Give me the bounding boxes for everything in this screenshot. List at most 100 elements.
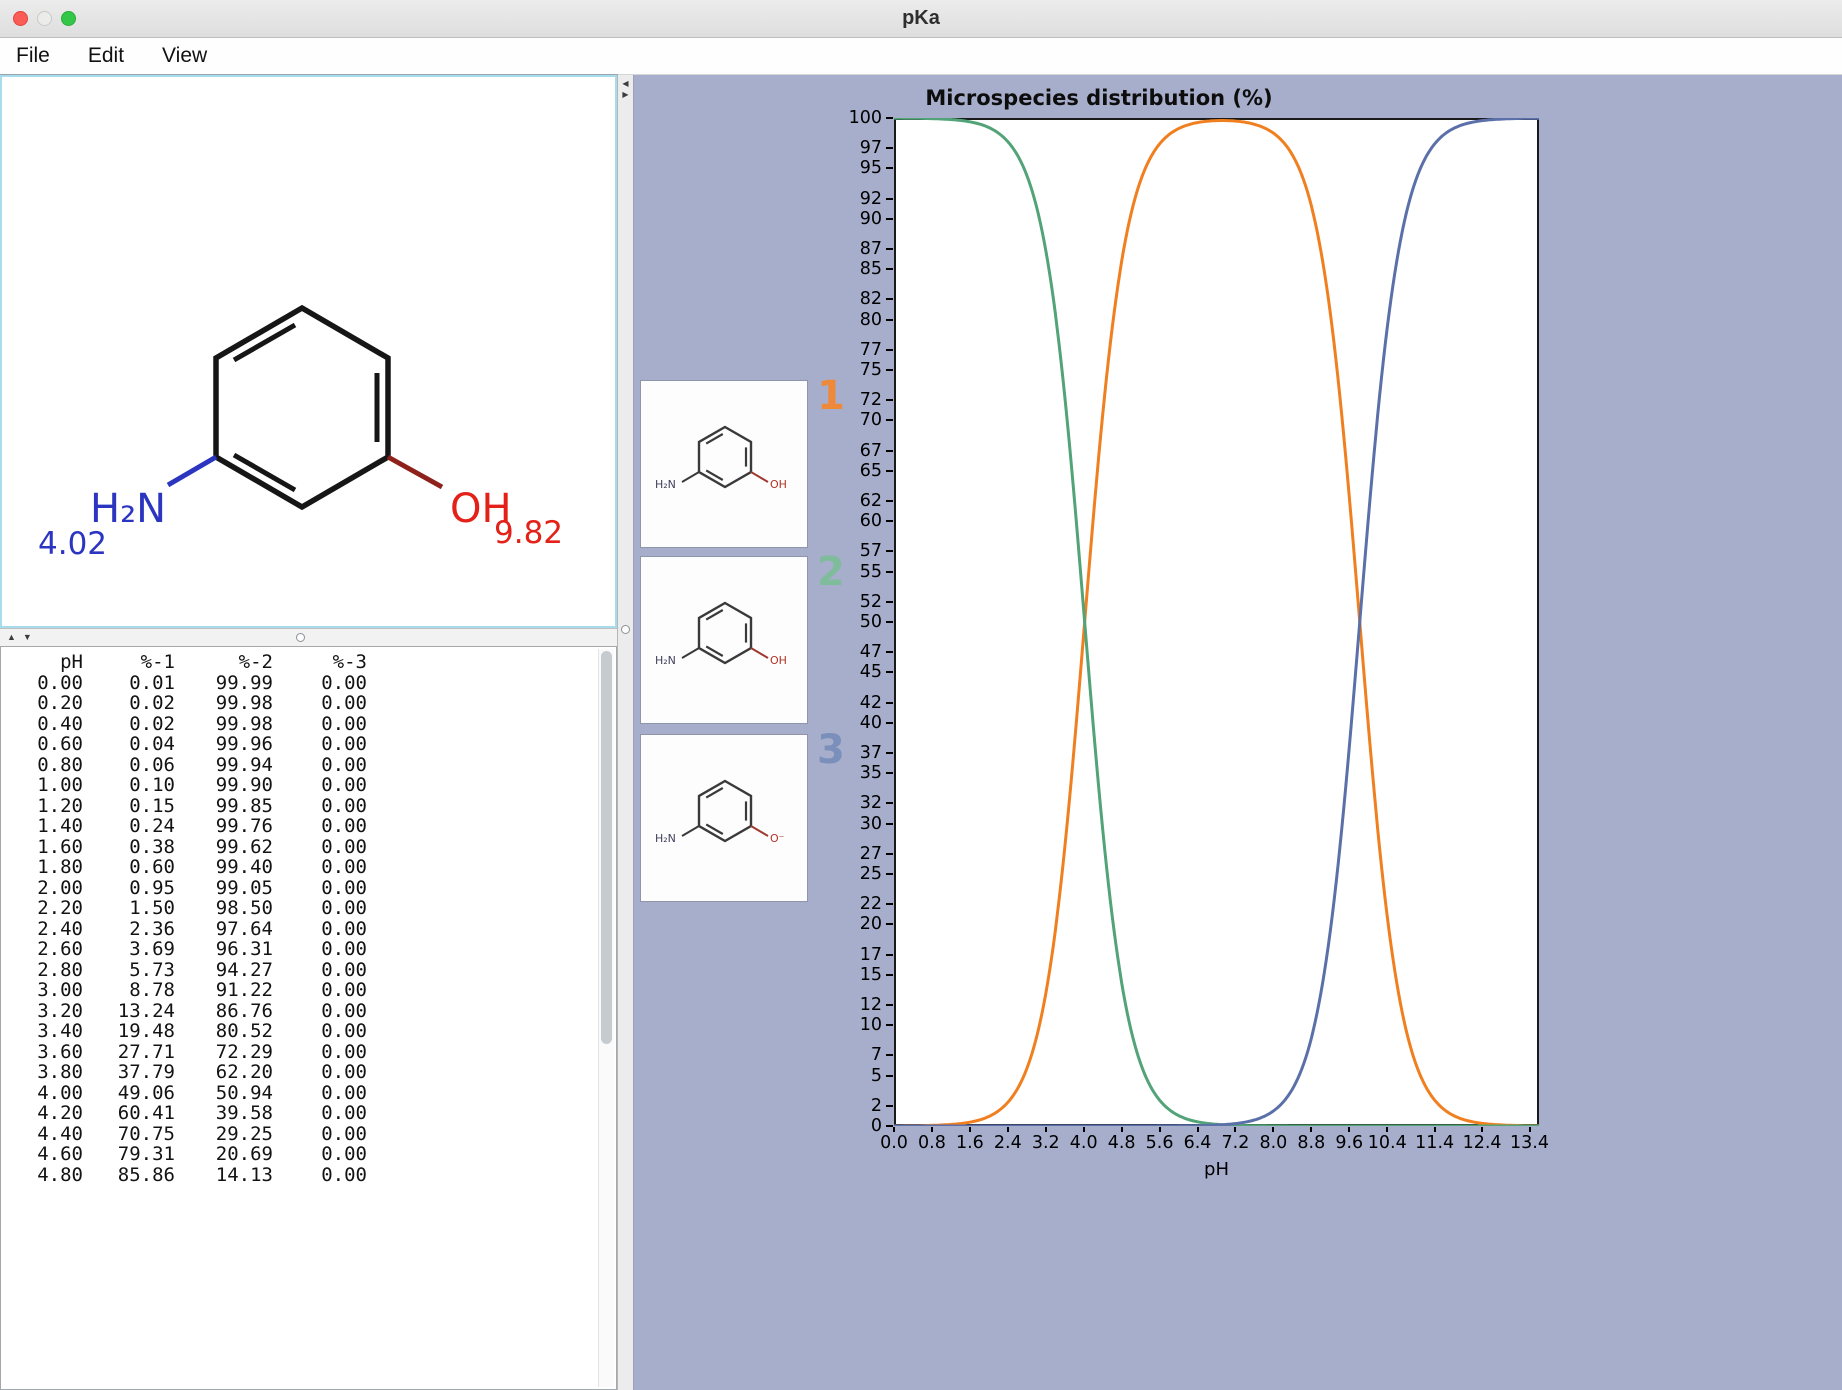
table-cell: 0.00 xyxy=(5,673,83,694)
x-tick-label: 12.4 xyxy=(1459,1133,1505,1153)
y-tick-label: 77 xyxy=(812,340,882,360)
y-tick xyxy=(886,470,893,472)
table-row: 3.4019.4880.520.00 xyxy=(1,1021,616,1042)
y-tick xyxy=(886,147,893,149)
menu-file[interactable]: File xyxy=(16,44,50,68)
table-header-cell: %-3 xyxy=(273,652,367,673)
y-tick-label: 40 xyxy=(812,713,882,733)
y-tick-label: 52 xyxy=(812,592,882,612)
microspecies-structure-2: H₂N OH xyxy=(641,557,807,723)
table-cell: 72.29 xyxy=(175,1042,273,1063)
x-tick xyxy=(1234,1127,1236,1132)
y-tick xyxy=(886,198,893,200)
y-tick-label: 82 xyxy=(812,289,882,309)
table-cell: 13.24 xyxy=(83,1001,175,1022)
x-tick xyxy=(1386,1127,1388,1132)
table-cell: 99.85 xyxy=(175,796,273,817)
table-row: 1.800.6099.400.00 xyxy=(1,857,616,878)
table-cell: 99.62 xyxy=(175,837,273,858)
y-tick-label: 57 xyxy=(812,541,882,561)
window-title: pKa xyxy=(0,7,1842,30)
x-tick-label: 13.4 xyxy=(1507,1133,1553,1153)
table-cell: 0.06 xyxy=(83,755,175,776)
y-tick-label: 62 xyxy=(812,491,882,511)
table-row: 3.2013.2486.760.00 xyxy=(1,1001,616,1022)
table-cell: 0.00 xyxy=(273,919,367,940)
table-cell: 0.00 xyxy=(273,714,367,735)
table-cell: 0.00 xyxy=(273,1165,367,1186)
pka-hydroxyl-value: 9.82 xyxy=(494,515,563,551)
table-row: 4.8085.8614.130.00 xyxy=(1,1165,616,1186)
table-cell: 4.20 xyxy=(5,1103,83,1124)
table-row: 0.800.0699.940.00 xyxy=(1,755,616,776)
vertical-splitter-grip[interactable] xyxy=(621,625,630,634)
table-cell: 2.36 xyxy=(83,919,175,940)
menu-view[interactable]: View xyxy=(162,44,207,68)
table-cell: 0.60 xyxy=(5,734,83,755)
y-tick-label: 55 xyxy=(812,562,882,582)
table-row: 1.000.1099.900.00 xyxy=(1,775,616,796)
table-cell: 37.79 xyxy=(83,1062,175,1083)
x-tick-label: 11.4 xyxy=(1412,1133,1458,1153)
zoom-button[interactable] xyxy=(61,11,76,26)
y-tick xyxy=(886,268,893,270)
table-cell: 99.98 xyxy=(175,714,273,735)
x-tick xyxy=(931,1127,933,1132)
horizontal-splitter[interactable]: ▲▼ xyxy=(0,628,617,647)
y-tick xyxy=(886,218,893,220)
table-cell: 3.80 xyxy=(5,1062,83,1083)
splitter-collapse-arrows[interactable]: ▲▼ xyxy=(7,632,39,642)
y-tick-label: 97 xyxy=(812,138,882,158)
x-tick-label: 10.4 xyxy=(1364,1133,1410,1153)
y-tick xyxy=(886,1105,893,1107)
table-cell: 0.95 xyxy=(83,878,175,899)
table-cell: 0.15 xyxy=(83,796,175,817)
table-cell: 0.00 xyxy=(273,960,367,981)
menu-edit[interactable]: Edit xyxy=(88,44,124,68)
table-cell: 80.52 xyxy=(175,1021,273,1042)
x-tick xyxy=(1434,1127,1436,1132)
table-cell: 2.20 xyxy=(5,898,83,919)
y-tick-label: 95 xyxy=(812,158,882,178)
y-tick-label: 5 xyxy=(812,1066,882,1086)
splitter-collapse-arrows-vertical[interactable]: ◀▶ xyxy=(618,78,633,100)
y-tick-label: 27 xyxy=(812,844,882,864)
table-cell: 0.00 xyxy=(273,755,367,776)
y-tick xyxy=(886,954,893,956)
y-tick xyxy=(886,903,893,905)
microspecies-thumbnail-3[interactable]: H₂N O⁻ xyxy=(640,734,808,902)
table-scrollbar-thumb[interactable] xyxy=(601,651,612,1044)
table-cell: 62.20 xyxy=(175,1062,273,1083)
molecule-canvas[interactable]: H₂N OH 4.02 9.82 xyxy=(2,77,615,626)
table-header-cell: pH xyxy=(5,652,83,673)
x-tick xyxy=(1121,1127,1123,1132)
table-scrollbar-track[interactable] xyxy=(598,649,614,1387)
y-tick xyxy=(886,651,893,653)
table-cell: 0.00 xyxy=(273,734,367,755)
y-tick xyxy=(886,1054,893,1056)
y-tick xyxy=(886,167,893,169)
table-cell: 1.20 xyxy=(5,796,83,817)
thumb1-amine-label: H₂N xyxy=(655,478,676,491)
y-tick-label: 42 xyxy=(812,693,882,713)
minimize-button[interactable] xyxy=(37,11,52,26)
close-button[interactable] xyxy=(13,11,28,26)
table-cell: 94.27 xyxy=(175,960,273,981)
splitter-grip[interactable] xyxy=(296,633,305,642)
table-row: 0.000.0199.990.00 xyxy=(1,673,616,694)
table-row: 4.6079.3120.690.00 xyxy=(1,1144,616,1165)
vertical-splitter[interactable]: ◀▶ xyxy=(617,75,634,1390)
table-cell: 0.02 xyxy=(83,714,175,735)
x-axis-title: pH xyxy=(894,1159,1539,1180)
table-cell: 1.50 xyxy=(83,898,175,919)
table-row: 3.6027.7172.290.00 xyxy=(1,1042,616,1063)
table-cell: 29.25 xyxy=(175,1124,273,1145)
microspecies-thumbnail-1[interactable]: H₂N OH xyxy=(640,380,808,548)
table-cell: 0.00 xyxy=(273,693,367,714)
table-row: 4.2060.4139.580.00 xyxy=(1,1103,616,1124)
y-tick xyxy=(886,1024,893,1026)
microspecies-thumbnail-2[interactable]: H₂N OH xyxy=(640,556,808,724)
table-cell: 79.31 xyxy=(83,1144,175,1165)
table-cell: 0.00 xyxy=(273,980,367,1001)
y-tick xyxy=(886,319,893,321)
